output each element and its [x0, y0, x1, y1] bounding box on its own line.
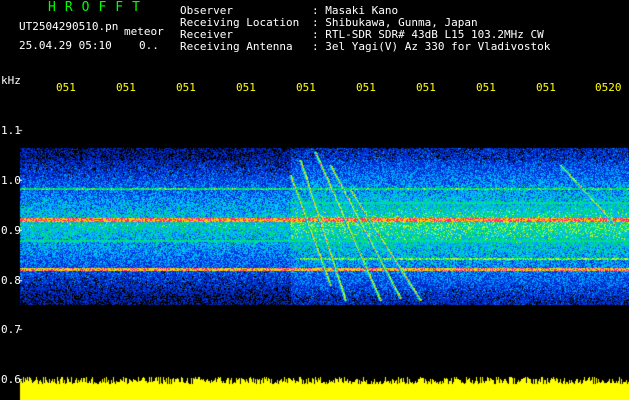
- time-label: 051: [236, 81, 256, 94]
- freq-label: 1.1: [1, 124, 21, 137]
- logo-text: HROFFT: [48, 0, 149, 15]
- mode-label: meteor: [124, 25, 164, 38]
- filename-label: UT2504290510.pn: [19, 20, 119, 33]
- freq-label: 0.9: [1, 224, 21, 237]
- antenna-label: Receiving Antenna: [180, 40, 293, 53]
- time-label: 051: [116, 81, 136, 94]
- time-label: 051: [296, 81, 316, 94]
- freq-label: 0.6: [1, 373, 21, 386]
- time-label: 0520: [595, 81, 622, 94]
- datetime-label: 25.04.29 05:10: [19, 39, 112, 52]
- antenna-value: : 3el Yagi(V) Az 330 for Vladivostok: [312, 40, 551, 53]
- time-label: 051: [356, 81, 376, 94]
- unit-label: kHz: [1, 74, 21, 87]
- time-label: 051: [536, 81, 556, 94]
- spectrogram-canvas: [0, 0, 629, 400]
- time-label: 051: [416, 81, 436, 94]
- time-label: 051: [176, 81, 196, 94]
- freq-label: 0.8: [1, 274, 21, 287]
- freq-label: 0.7: [1, 323, 21, 336]
- extra-label: 0..: [139, 39, 159, 52]
- freq-label: 1.0: [1, 174, 21, 187]
- time-label: 051: [56, 81, 76, 94]
- time-label: 051: [476, 81, 496, 94]
